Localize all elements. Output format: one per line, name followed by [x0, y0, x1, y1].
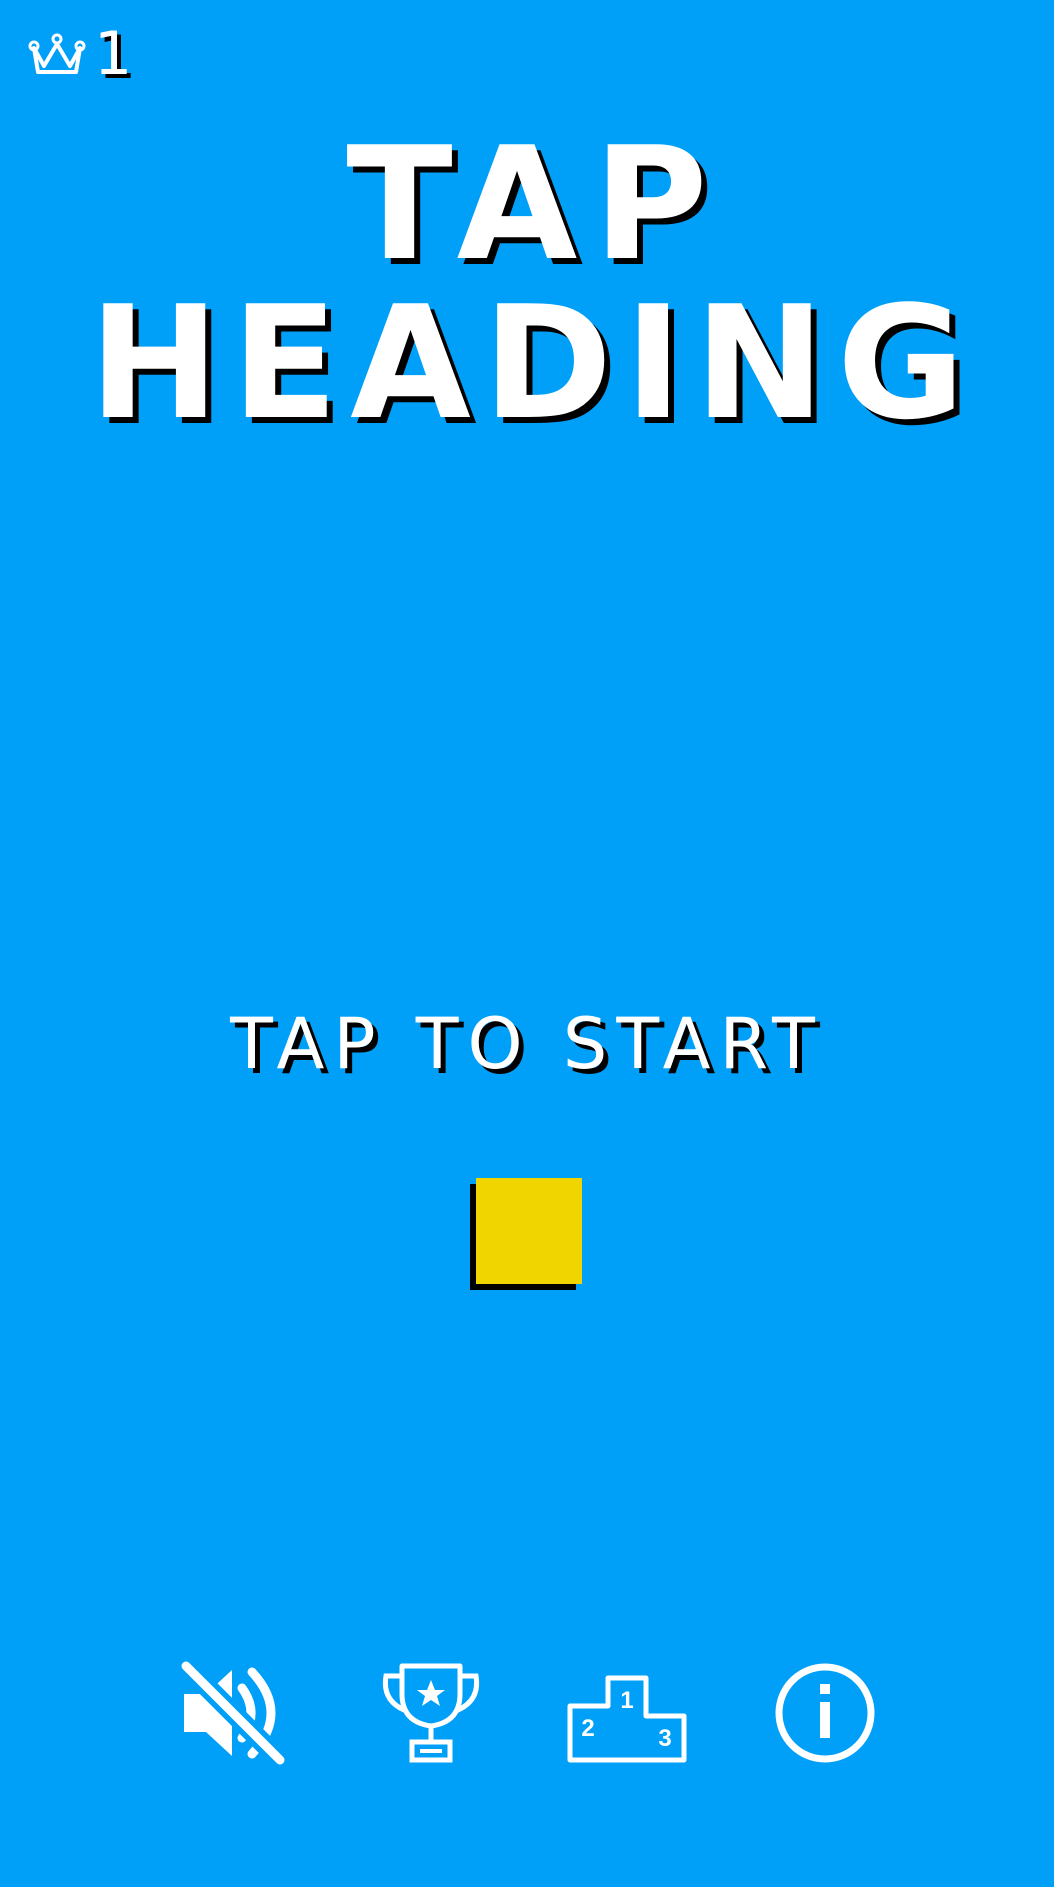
sound-toggle-button[interactable] [180, 1660, 288, 1766]
sound-muted-icon [180, 1660, 288, 1766]
crown-icon [28, 33, 86, 74]
best-score-value: 1 [94, 19, 133, 89]
bottom-toolbar: 1 2 3 [0, 1660, 1054, 1770]
podium-label-3: 3 [658, 1725, 671, 1752]
game-title: TAP HEADING [0, 125, 1054, 443]
leaderboard-podium-icon: 1 2 3 [567, 1675, 687, 1763]
leaderboard-button[interactable]: 1 2 3 [566, 1660, 688, 1766]
achievements-button[interactable] [378, 1660, 484, 1766]
info-button[interactable] [773, 1660, 877, 1766]
tap-to-start-prompt[interactable]: TAP TO START [0, 1004, 1054, 1084]
podium-label-1: 1 [620, 1687, 633, 1714]
podium-label-2: 2 [581, 1715, 594, 1742]
game-title-line1: TAP [346, 113, 724, 295]
trophy-icon [382, 1663, 480, 1763]
best-score: 1 [28, 24, 132, 84]
info-icon [775, 1663, 875, 1763]
game-title-line2: HEADING [89, 272, 977, 454]
player-square [476, 1178, 582, 1284]
